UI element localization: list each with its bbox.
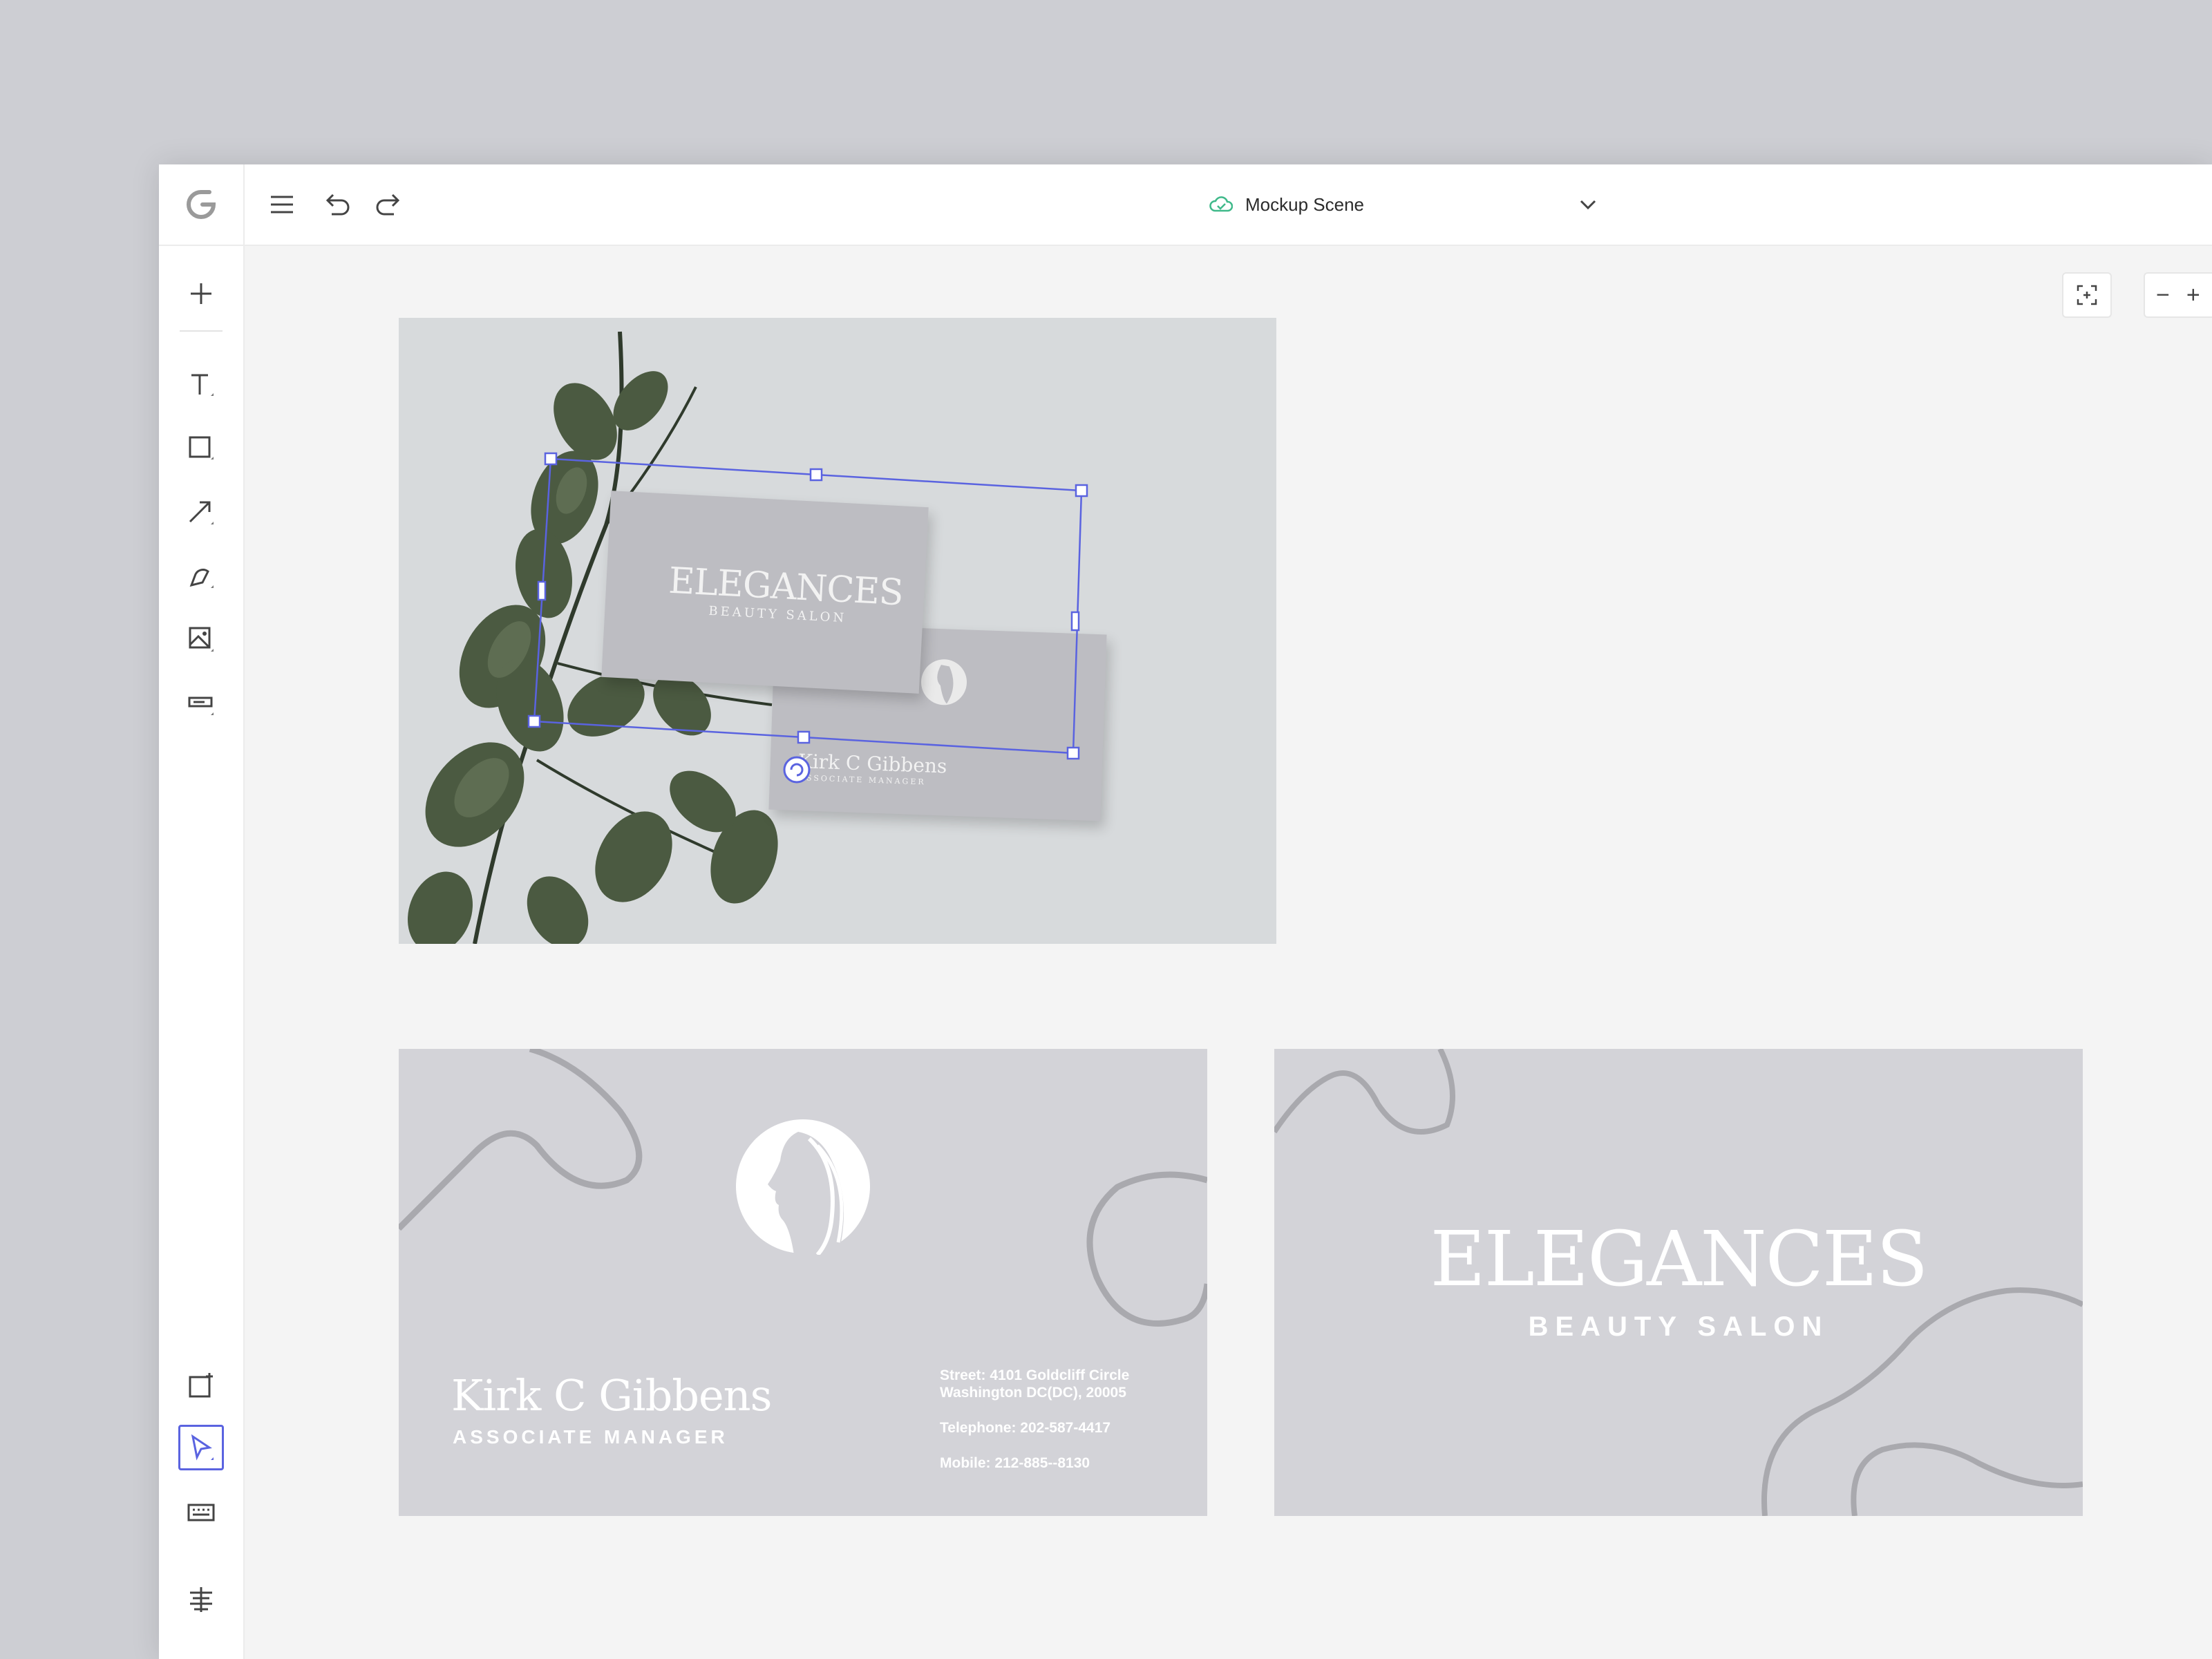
- card-street-line-1: Street: 4101 Goldcliff Circle: [940, 1367, 1130, 1383]
- tool-sidebar: [159, 246, 245, 1659]
- new-page-icon: [189, 1373, 213, 1398]
- component-tool-button[interactable]: [178, 680, 224, 726]
- layout-settings-icon: [190, 1587, 212, 1612]
- pen-tool-button[interactable]: [178, 553, 224, 598]
- pointer-tool-button[interactable]: [178, 1425, 224, 1470]
- zoom-out-button[interactable]: −: [2156, 282, 2170, 309]
- undo-button[interactable]: [319, 185, 358, 224]
- business-card-back-artboard[interactable]: Kirk C Gibbens ASSOCIATE MANAGER Street:…: [399, 1049, 1207, 1516]
- rotate-handle-icon: [783, 756, 811, 784]
- mockup-artboard[interactable]: Kirk C Gibbens ASSOCIATE MANAGER ELEGANC…: [399, 318, 1276, 944]
- menu-button[interactable]: [263, 185, 301, 224]
- layout-settings-button[interactable]: [178, 1577, 224, 1622]
- text-tool-button[interactable]: [178, 362, 224, 408]
- chevron-down-icon: [1580, 200, 1596, 209]
- document-title-text: Mockup Scene: [1245, 193, 1364, 215]
- line-tool-button[interactable]: [178, 489, 224, 535]
- line-tool-icon: [189, 501, 214, 524]
- fit-screen-icon: [2077, 285, 2097, 305]
- document-title[interactable]: Mockup Scene: [1209, 185, 1364, 224]
- card-mobile: Mobile: 212-885--8130: [940, 1455, 1090, 1471]
- document-menu-dropdown[interactable]: [1569, 185, 1607, 224]
- pen-tool-icon: [189, 569, 214, 588]
- card-name: Kirk C Gibbens: [451, 1370, 772, 1421]
- zoom-in-button[interactable]: +: [2186, 282, 2200, 309]
- image-tool-button[interactable]: [178, 616, 224, 662]
- component-tool-icon: [188, 696, 214, 715]
- salon-logo-icon: [736, 1119, 870, 1255]
- text-tool-icon: [191, 374, 214, 396]
- card-brand-subtitle: BEAUTY SALON: [1528, 1311, 1829, 1342]
- rectangle-tool-icon: [189, 436, 214, 459]
- app-window: Mockup Scene − + Kirk C Gibbens ASSOCIAT…: [159, 164, 2212, 1659]
- redo-icon: [376, 193, 400, 216]
- selection-bounding-box[interactable]: [399, 318, 1276, 944]
- gravit-logo-icon: [187, 190, 216, 219]
- card-telephone: Telephone: 202-587-4417: [940, 1420, 1111, 1436]
- image-tool-icon: [189, 627, 214, 652]
- app-logo[interactable]: [159, 164, 245, 245]
- rectangle-tool-button[interactable]: [178, 426, 224, 471]
- cloud-saved-icon: [1209, 196, 1233, 212]
- hamburger-menu-icon: [271, 196, 293, 214]
- business-card-front-artboard[interactable]: ELEGANCES BEAUTY SALON: [1274, 1049, 2083, 1516]
- sidebar-divider: [180, 330, 223, 332]
- new-page-button[interactable]: [178, 1363, 224, 1408]
- card-role: ASSOCIATE MANAGER: [453, 1426, 728, 1448]
- fit-to-screen-button[interactable]: [2062, 272, 2112, 318]
- add-button[interactable]: [178, 271, 224, 316]
- redo-button[interactable]: [368, 185, 406, 224]
- undo-icon: [325, 193, 350, 216]
- card-street-line-2: Washington DC(DC), 20005: [940, 1385, 1126, 1401]
- keyboard-icon: [187, 1504, 215, 1521]
- keyboard-shortcuts-button[interactable]: [178, 1490, 224, 1535]
- pointer-tool-icon: [191, 1434, 214, 1461]
- top-toolbar: Mockup Scene: [159, 164, 2212, 246]
- zoom-controls: − +: [2144, 272, 2212, 318]
- add-icon: [191, 283, 211, 304]
- card-brand-title: ELEGANCES: [1430, 1215, 1928, 1303]
